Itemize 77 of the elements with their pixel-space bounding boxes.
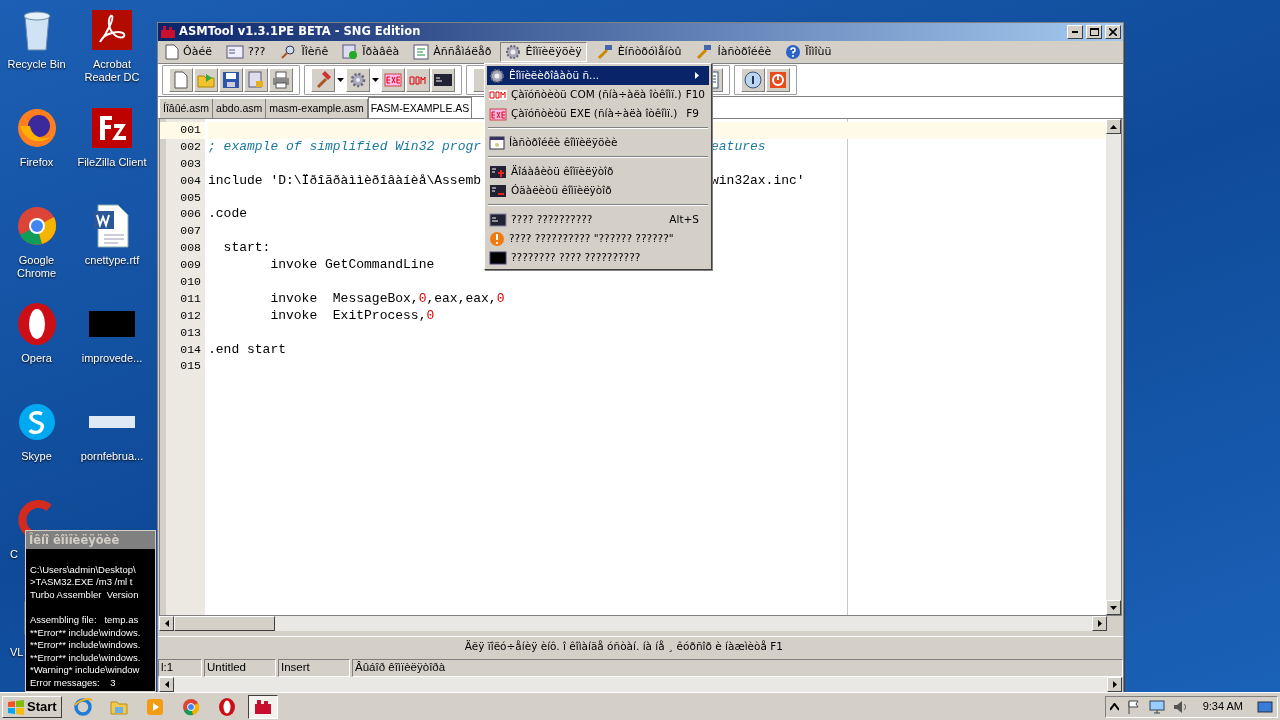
- console-text: Error messages: 3: [30, 676, 117, 690]
- menu-item[interactable]: Ôàéë: [160, 41, 217, 63]
- line-number: 004: [179, 172, 202, 189]
- line-number: 013: [179, 324, 202, 341]
- menu-item[interactable]: Ïîìîùü: [780, 41, 837, 63]
- console-text: **Error** include\windows.: [30, 626, 141, 640]
- console-text: Assembling file: temp.as: [30, 613, 140, 627]
- icon-label[interactable]: Firefox: [19, 156, 54, 169]
- start-button[interactable]: Start: [2, 695, 62, 718]
- line-number: 010: [179, 274, 202, 290]
- console-text: >TASM32.EXE /m3 /ml t: [30, 576, 134, 589]
- menu-item[interactable]: Çàïóñòèòü COM (ñíà÷àëà îòêîìï.) F10: [487, 85, 709, 104]
- menu-item[interactable]: Àññåìáëåð: [408, 41, 497, 63]
- line-number: 009: [179, 257, 202, 274]
- menu-item[interactable]: ???????? ???? ??????????: [487, 248, 709, 267]
- line-number: 011: [179, 290, 202, 307]
- line-number: 008: [179, 240, 202, 257]
- console-text: **Error** include\windows.: [30, 639, 141, 652]
- file-tab[interactable]: Íîâûé.asm: [160, 99, 214, 118]
- menu-item[interactable]: Èíñòðóìåíòû: [590, 41, 687, 63]
- icon-label[interactable]: VL: [10, 646, 24, 659]
- menu-item[interactable]: Ïðàâêà: [337, 41, 405, 63]
- menu-item[interactable]: ???? ?????????? Alt+S: [487, 210, 709, 229]
- menu-item[interactable]: Êîìïèëÿöèÿ: [500, 41, 587, 63]
- code-text: ; example of simplified Win32 progr: [208, 138, 482, 154]
- code-text: include 'D:\Ïðîãðàììèðîâàíèå\Assemb: [208, 172, 482, 188]
- icon-label[interactable]: cnettype.rtf: [84, 254, 140, 267]
- line-number: 003: [179, 155, 202, 172]
- status-cell: Untitled: [204, 659, 276, 677]
- code-text: invoke ExitProcess,0: [269, 307, 435, 323]
- code-text: .end start: [208, 341, 286, 357]
- console-window-title: Îêíî êîìïèëÿöèè: [26, 531, 155, 549]
- menu-item[interactable]: Çàïóñòèòü EXE (ñíà÷àëà îòêîìï.) F9: [487, 104, 709, 123]
- file-tab[interactable]: masm-example.asm: [266, 99, 368, 118]
- console-text: C:\Users\admin\Desktop\: [30, 563, 137, 577]
- status-cell: Âûáîð êîìïèëÿòîðà: [352, 659, 1123, 677]
- menu-item[interactable]: Óäàëèòü êîìïèëÿòîð: [487, 181, 709, 200]
- code-text: invoke MessageBox,0,eax,eax,0: [269, 290, 505, 306]
- code-text: win32ax.inc': [711, 172, 805, 190]
- menu-item[interactable]: Ïîèñê: [274, 41, 334, 63]
- line-number: 012: [179, 307, 202, 324]
- menu-item[interactable]: ???? ?????????? "?????? ??????": [487, 229, 709, 248]
- menu-item[interactable]: Íàñòðîéêè: [690, 41, 777, 63]
- console-text: Turbo Assembler Version: [30, 588, 140, 602]
- icon-label[interactable]: Google Chrome: [0, 254, 73, 279]
- icon-label[interactable]: FileZilla Client: [77, 156, 147, 169]
- icon-label[interactable]: Opera: [21, 352, 52, 365]
- icon-label[interactable]: C: [10, 548, 18, 561]
- code-text: invoke GetCommandLine: [269, 257, 435, 273]
- status-cell: l:1: [158, 659, 202, 677]
- icon-label[interactable]: improvede...: [81, 352, 143, 365]
- console-text: **Error** include\windows.: [30, 651, 141, 665]
- menu-item[interactable]: Êîìïèëèðîâàòü ñ...: [487, 66, 709, 85]
- menu-item[interactable]: Íàñòðîéêè êîìïèëÿöèè: [487, 133, 709, 152]
- file-tab[interactable]: FASM-EXAMPLE.AS: [367, 97, 473, 118]
- line-number: 015: [179, 358, 202, 375]
- line-number: 002: [179, 138, 202, 155]
- icon-label[interactable]: Skype: [21, 450, 52, 463]
- console-text: *Warning* include\window: [30, 664, 141, 677]
- menu-item[interactable]: ???: [220, 41, 271, 63]
- line-number: 005: [179, 189, 202, 206]
- code-text: eatures: [711, 138, 766, 156]
- icon-label[interactable]: Recycle Bin: [7, 58, 66, 71]
- status-cell: Insert: [278, 659, 350, 677]
- hint-text: Äëÿ ïîëó÷åíèÿ èíô. î êîìàíäå óñòàí. íà íå ¸ êóðñîð è íàæìèòå F1: [464, 638, 783, 654]
- clock: 9:34 AM: [1202, 699, 1243, 715]
- line-number: 007: [179, 223, 202, 240]
- line-number: 001: [160, 122, 205, 139]
- code-text: start:: [222, 240, 271, 256]
- code-text: .code: [208, 206, 247, 222]
- line-number: 006: [179, 206, 202, 223]
- icon-label[interactable]: pornfebrua...: [80, 450, 144, 463]
- window-title: ASMTool v1.3.1PE BETA - SNG Edition: [179, 23, 422, 41]
- menu-item[interactable]: Äîáàâèòü êîìïèëÿòîð: [487, 162, 709, 181]
- line-number: 014: [179, 341, 202, 358]
- icon-label[interactable]: Acrobat Reader DC: [75, 58, 149, 83]
- file-tab[interactable]: abdo.asm: [213, 99, 267, 118]
